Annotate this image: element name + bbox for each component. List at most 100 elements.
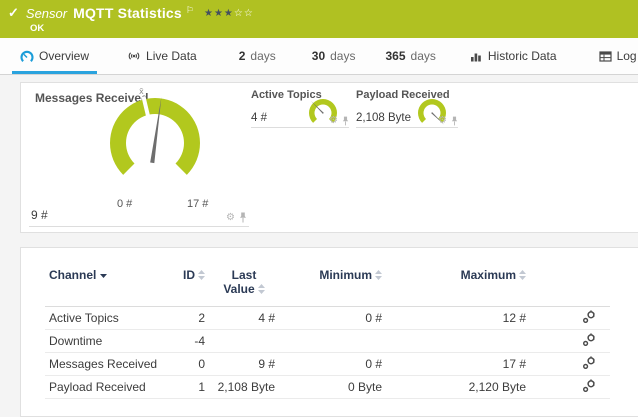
column-label: Channel [49, 268, 96, 282]
priority-flag-icon[interactable]: ⚐ [186, 5, 194, 16]
tab-label: Log [617, 49, 637, 63]
edit-channel-icon[interactable] [582, 379, 596, 393]
edit-channel-icon[interactable] [582, 333, 596, 347]
column-label: Maximum [461, 268, 516, 282]
channel-minimum: 0 # [279, 353, 386, 376]
tab-label: days [330, 49, 355, 63]
tab-historic-data[interactable]: Historic Data [462, 38, 565, 74]
tab-label: Overview [39, 49, 89, 63]
edit-channel-icon[interactable] [582, 356, 596, 370]
channel-name: Messages Received [45, 353, 163, 376]
ok-check-icon: ✓ [8, 5, 19, 21]
tab-bar: Overview Live Data 2 days 30 days 365 da… [0, 38, 638, 75]
column-header-minimum[interactable]: Minimum [279, 262, 386, 307]
gauge-dial [95, 93, 215, 193]
gauge-icon [20, 50, 34, 62]
pin-icon[interactable] [239, 212, 247, 223]
tab-log[interactable]: Log [591, 38, 638, 74]
gauge-scale-min: 0 # [117, 198, 132, 210]
channel-name: Active Topics [45, 307, 163, 330]
column-header-actions [530, 262, 610, 307]
gauge-scale-max: 17 # [187, 198, 208, 210]
sort-icon [198, 270, 205, 280]
gauge-current-value: 4 # [251, 112, 267, 124]
channel-maximum: 17 # [386, 353, 530, 376]
column-label: Value [223, 282, 254, 296]
table-header-row: Channel ID Last Value Minimum Maximum [45, 262, 610, 307]
star-icon[interactable]: ★ [214, 8, 224, 19]
column-header-channel[interactable]: Channel [45, 262, 163, 307]
gauge-dial [303, 91, 343, 133]
column-label: ID [183, 268, 195, 282]
broadcast-icon [127, 50, 141, 62]
column-header-last-value[interactable]: Last Value [209, 262, 279, 307]
chevron-down-icon [100, 274, 107, 278]
channel-table: Channel ID Last Value Minimum Maximum [45, 262, 610, 399]
channel-minimum [279, 330, 386, 353]
pin-icon[interactable] [451, 116, 458, 126]
channel-maximum [386, 330, 530, 353]
channel-last-value: 9 # [209, 353, 279, 376]
gauge-settings-gear-icon[interactable]: ⚙ [226, 213, 235, 223]
channel-name: Payload Received [45, 376, 163, 399]
column-header-maximum[interactable]: Maximum [386, 262, 530, 307]
tab-30-days[interactable]: 30 days [304, 38, 364, 74]
channel-id: 1 [163, 376, 209, 399]
tab-label: days [250, 49, 275, 63]
star-icon[interactable]: ★ [204, 8, 214, 19]
channel-id: -4 [163, 330, 209, 353]
gauge-settings-gear-icon[interactable]: ⚙ [329, 116, 338, 126]
gauge-current-value: 2,108 Byte [356, 112, 411, 124]
sensor-header: ✓ Sensor MQTT Statistics ⚐ ★★★☆☆ OK [0, 0, 638, 38]
average-marker-label: x̄ [139, 87, 144, 96]
channel-table-panel: Channel ID Last Value Minimum Maximum [20, 247, 638, 417]
sort-icon [258, 284, 265, 294]
tab-number: 30 [312, 49, 325, 63]
star-icon[interactable]: ☆ [244, 8, 254, 19]
status-badge: OK [30, 23, 44, 34]
tab-label: Live Data [146, 49, 197, 63]
gauge-active-topics: Active Topics 4 # ⚙ [251, 87, 349, 128]
star-icon[interactable]: ☆ [234, 8, 244, 19]
tab-2-days[interactable]: 2 days [231, 38, 284, 74]
edit-channel-icon[interactable] [582, 310, 596, 324]
gauge-current-value: 9 # [31, 208, 48, 222]
channel-maximum: 12 # [386, 307, 530, 330]
gauge-dial [412, 91, 452, 133]
tab-live-data[interactable]: Live Data [119, 38, 205, 74]
sort-icon [519, 270, 526, 280]
channel-maximum: 2,120 Byte [386, 376, 530, 399]
sort-icon [375, 270, 382, 280]
chart-icon [470, 51, 483, 62]
channel-last-value: 2,108 Byte [209, 376, 279, 399]
channel-minimum: 0 Byte [279, 376, 386, 399]
tab-365-days[interactable]: 365 days [377, 38, 443, 74]
channel-last-value: 4 # [209, 307, 279, 330]
object-kind-label: Sensor [26, 6, 67, 21]
column-header-id[interactable]: ID [163, 262, 209, 307]
channel-minimum: 0 # [279, 307, 386, 330]
channel-id: 2 [163, 307, 209, 330]
gauge-settings-gear-icon[interactable]: ⚙ [438, 116, 447, 126]
tab-label: Historic Data [488, 49, 557, 63]
table-row: Downtime -4 [45, 330, 610, 353]
table-row: Payload Received 1 2,108 Byte 0 Byte 2,1… [45, 376, 610, 399]
pin-icon[interactable] [342, 116, 349, 126]
gauge-messages-received: Messages Received x̄ 0 # 17 # 9 # ⚙ [29, 85, 249, 227]
tab-overview[interactable]: Overview [12, 38, 97, 74]
page-title: MQTT Statistics [73, 5, 182, 21]
star-icon[interactable]: ★ [224, 8, 234, 19]
gauge-payload-received: Payload Received 2,108 Byte ⚙ [356, 87, 458, 128]
table-row: Messages Received 0 9 # 0 # 17 # [45, 353, 610, 376]
channel-id: 0 [163, 353, 209, 376]
column-label: Last [232, 268, 257, 282]
log-icon [599, 51, 612, 62]
star-rating[interactable]: ★★★☆☆ [204, 8, 254, 19]
channel-last-value [209, 330, 279, 353]
tab-number: 2 [239, 49, 246, 63]
tab-label: days [411, 49, 436, 63]
column-label: Minimum [319, 268, 372, 282]
table-row: Active Topics 2 4 # 0 # 12 # [45, 307, 610, 330]
overview-gauges-panel: Messages Received x̄ 0 # 17 # 9 # ⚙ Acti… [20, 82, 638, 233]
channel-name: Downtime [45, 330, 163, 353]
